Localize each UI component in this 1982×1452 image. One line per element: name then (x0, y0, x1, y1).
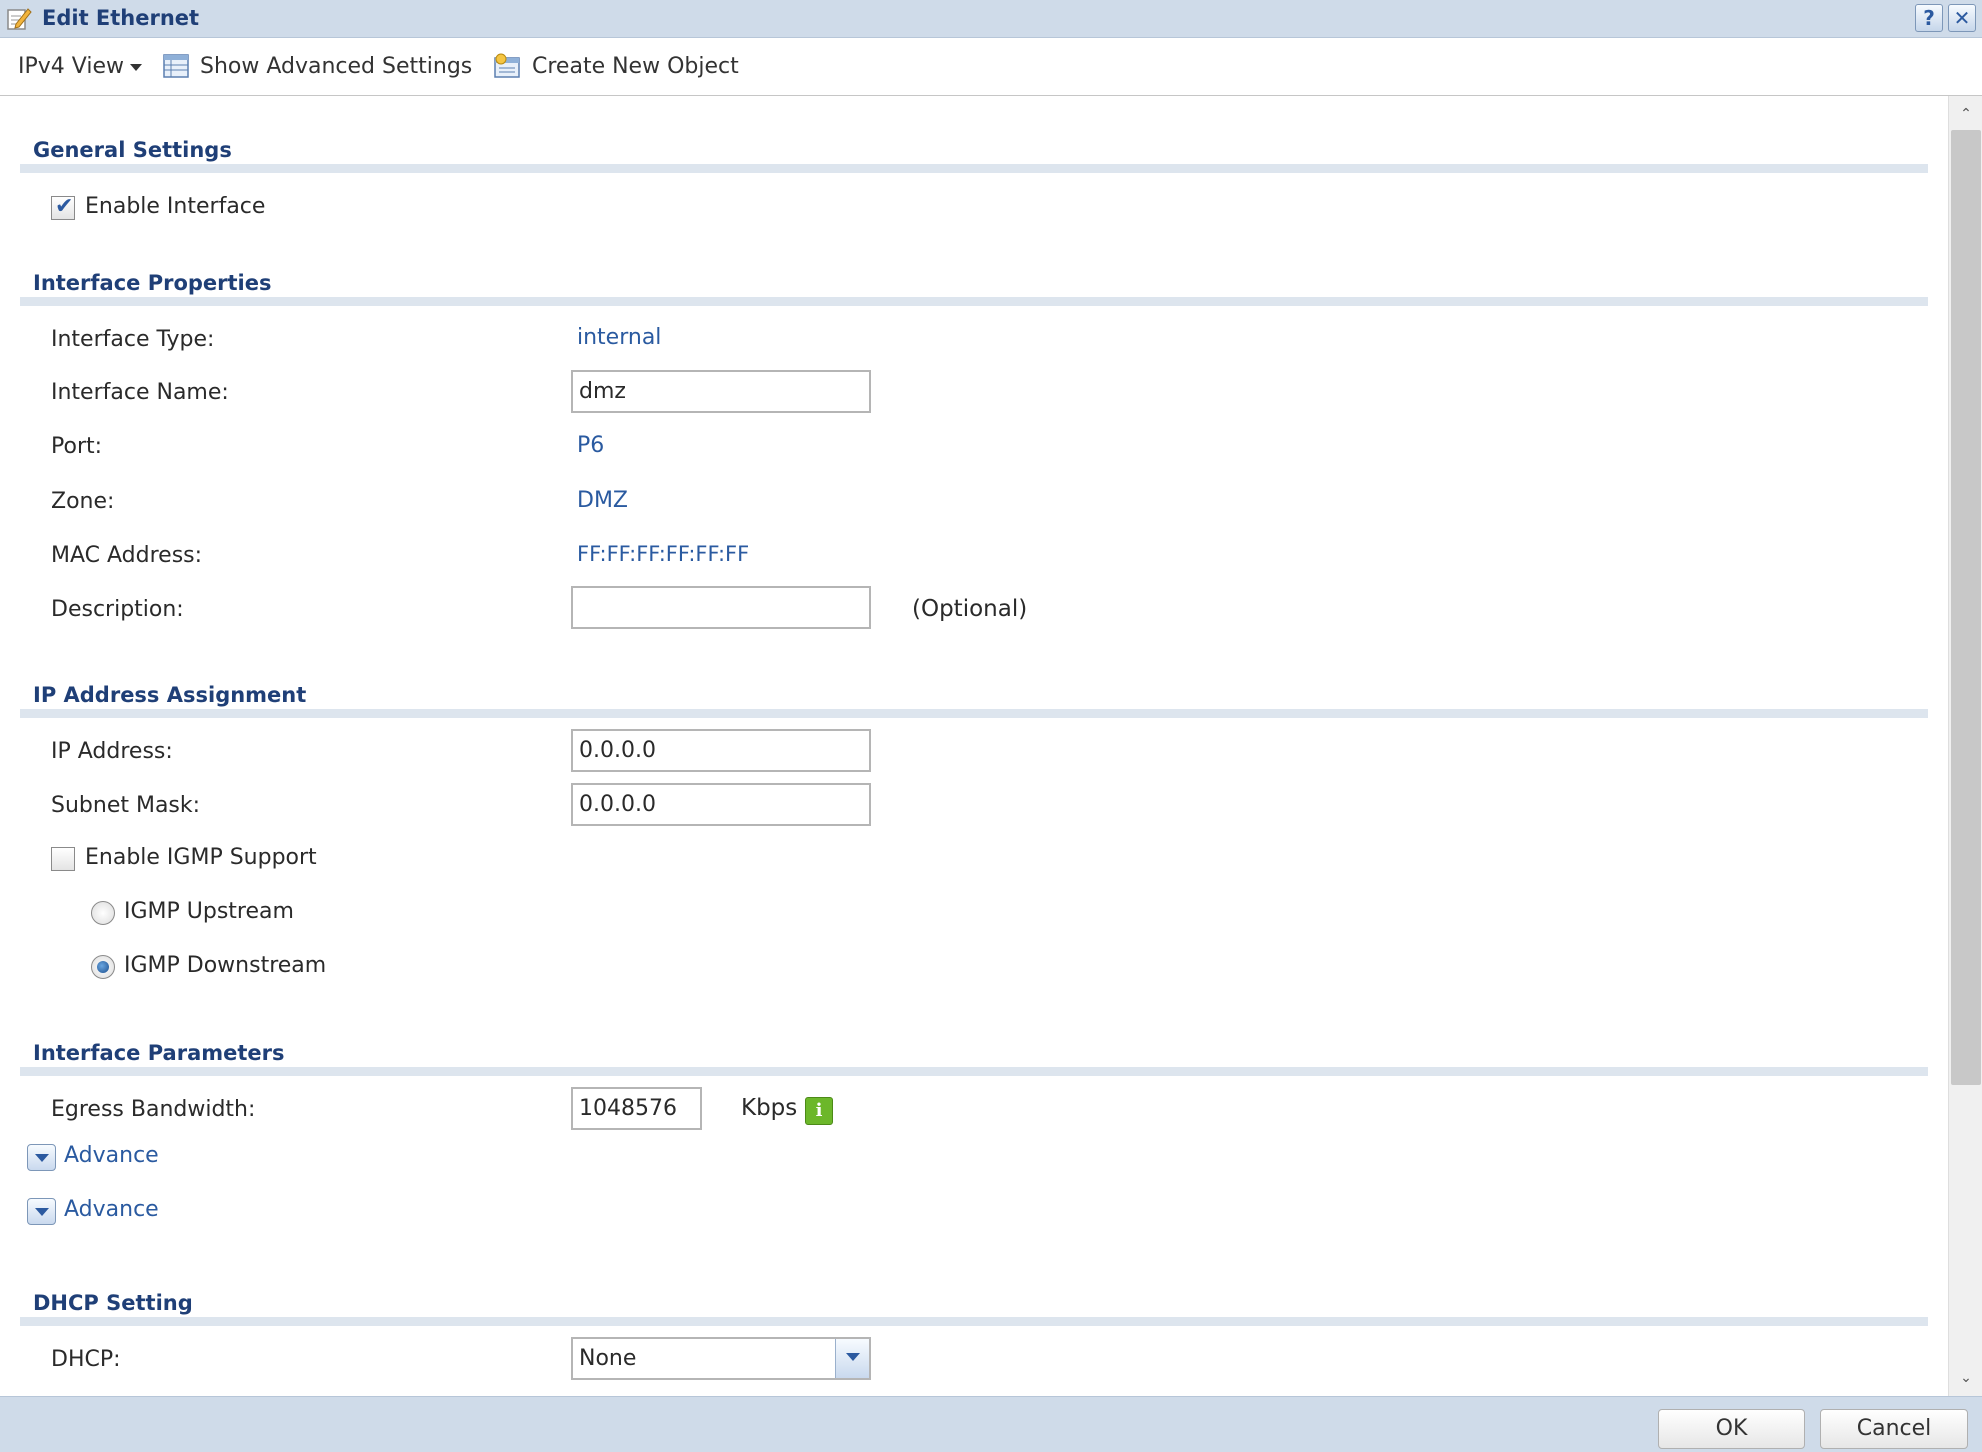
info-icon[interactable]: i (805, 1097, 833, 1125)
vertical-scrollbar[interactable]: ⌃ ⌄ (1948, 96, 1982, 1396)
interface-name-input[interactable] (571, 370, 871, 413)
egress-bandwidth-label: Egress Bandwidth: (51, 1097, 256, 1122)
advance-toggle-2[interactable] (27, 1198, 56, 1225)
scroll-up-icon[interactable]: ⌃ (1949, 100, 1982, 128)
zone-value: DMZ (577, 488, 628, 513)
interface-type-label: Interface Type: (51, 327, 215, 352)
interface-type-value: internal (577, 325, 662, 350)
enable-interface-checkbox[interactable]: ✔ (51, 194, 75, 220)
show-advanced-settings-button[interactable]: Show Advanced Settings (200, 54, 472, 79)
edit-icon (7, 8, 32, 30)
description-input[interactable] (571, 586, 871, 629)
section-divider (20, 1317, 1928, 1326)
ip-address-assignment-title: IP Address Assignment (33, 683, 307, 707)
general-settings-title: General Settings (33, 138, 232, 162)
dhcp-label: DHCP: (51, 1347, 121, 1372)
description-label: Description: (51, 597, 184, 622)
cancel-button[interactable]: Cancel (1820, 1409, 1968, 1449)
ip-address-label: IP Address: (51, 739, 173, 764)
subnet-mask-input[interactable] (571, 783, 871, 826)
ok-button[interactable]: OK (1658, 1409, 1805, 1449)
caret-down-icon (129, 63, 142, 71)
zone-label: Zone: (51, 489, 115, 514)
advance-label-1[interactable]: Advance (64, 1143, 159, 1168)
mac-address-label: MAC Address: (51, 543, 203, 568)
scroll-down-icon[interactable]: ⌄ (1949, 1364, 1982, 1392)
subnet-mask-label: Subnet Mask: (51, 793, 201, 818)
igmp-downstream-radio[interactable] (91, 955, 115, 979)
close-button[interactable]: ✕ (1948, 4, 1976, 32)
dhcp-setting-title: DHCP Setting (33, 1291, 193, 1315)
section-divider (20, 297, 1928, 306)
dialog-footer: OK Cancel (0, 1396, 1982, 1452)
igmp-downstream-label: IGMP Downstream (124, 953, 327, 978)
egress-bandwidth-input[interactable] (571, 1087, 702, 1130)
section-divider (20, 709, 1928, 718)
section-divider (20, 1067, 1928, 1076)
igmp-upstream-label: IGMP Upstream (124, 899, 294, 924)
scrollbar-thumb[interactable] (1951, 130, 1981, 1085)
advance-label-2[interactable]: Advance (64, 1197, 159, 1222)
port-label: Port: (51, 434, 103, 459)
chevron-down-icon[interactable] (835, 1339, 869, 1378)
section-divider (20, 164, 1928, 173)
interface-properties-title: Interface Properties (33, 271, 272, 295)
enable-igmp-label: Enable IGMP Support (85, 845, 317, 870)
help-button[interactable]: ? (1915, 4, 1943, 32)
ipv4-view-menu[interactable]: IPv4 View (18, 54, 142, 79)
igmp-upstream-radio[interactable] (91, 901, 115, 925)
optional-note: (Optional) (912, 596, 1028, 622)
enable-interface-label: Enable Interface (85, 194, 266, 219)
interface-name-label: Interface Name: (51, 380, 229, 405)
content-area: General Settings ✔ Enable Interface Inte… (0, 96, 1948, 1396)
bandwidth-unit: Kbps (741, 1095, 798, 1121)
checkmark-icon: ✔ (55, 194, 74, 219)
advance-toggle-1[interactable] (27, 1144, 56, 1171)
create-object-icon (494, 53, 520, 78)
table-settings-icon (163, 54, 189, 78)
mac-address-value: FF:FF:FF:FF:FF:FF (577, 542, 750, 566)
port-value: P6 (577, 433, 605, 458)
window-titlebar: Edit Ethernet ? ✕ (0, 0, 1982, 38)
create-new-object-button[interactable]: Create New Object (532, 54, 739, 79)
enable-igmp-checkbox[interactable] (51, 847, 75, 871)
toolbar: IPv4 View Show Advanced Settings Create … (0, 38, 1982, 96)
interface-parameters-title: Interface Parameters (33, 1041, 285, 1065)
window-title: Edit Ethernet (42, 6, 200, 30)
ip-address-input[interactable] (571, 729, 871, 772)
ipv4-view-label: IPv4 View (18, 54, 124, 79)
dhcp-select[interactable]: None (571, 1337, 871, 1380)
dhcp-select-value: None (579, 1346, 637, 1371)
